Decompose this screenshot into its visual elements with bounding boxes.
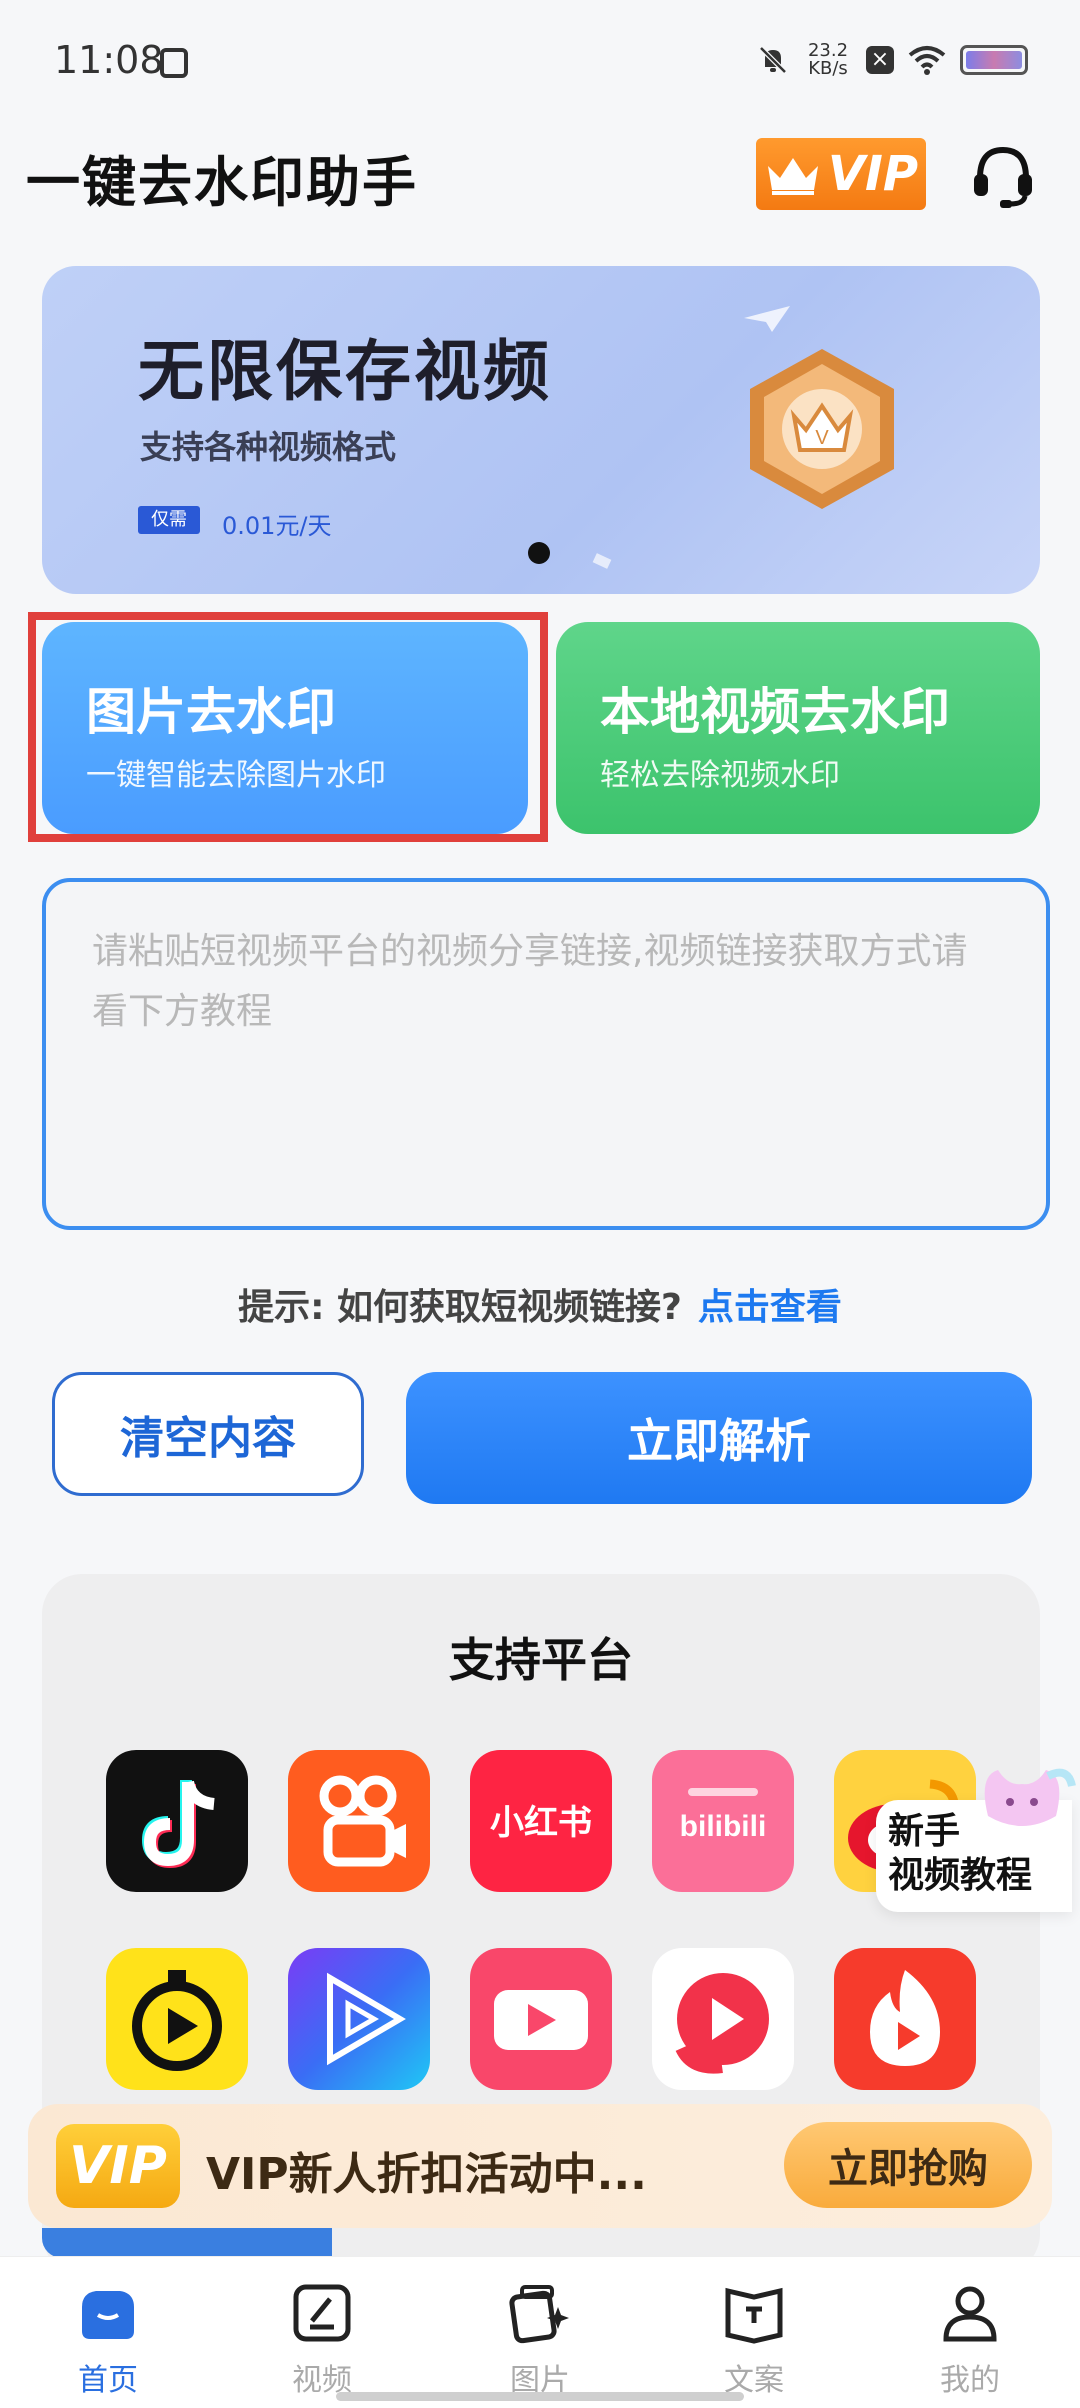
home-icon <box>82 2291 134 2339</box>
vip-medal-icon: V <box>750 349 894 509</box>
headset-icon[interactable] <box>968 140 1038 210</box>
banner-price: 0.01元/天 <box>222 512 332 540</box>
flame-video-icon[interactable] <box>834 1948 976 2090</box>
video-watermark-card[interactable]: 本地视频去水印 轻松去除视频水印 <box>556 622 1040 834</box>
vip-logo: VIP <box>56 2124 180 2208</box>
promo-banner[interactable]: 无限保存视频 支持各种视频格式 仅需 0.01元/天 V <box>42 266 1040 594</box>
bilibili-label: bilibili <box>680 1810 767 1843</box>
bottom-nav: 首页 视频 图片 文案 我的 <box>0 2256 1080 2408</box>
buy-now-button[interactable]: 立即抢购 <box>784 2122 1032 2208</box>
video-card-subtitle: 轻松去除视频水印 <box>600 758 840 793</box>
home-indicator[interactable] <box>336 2392 744 2401</box>
network-speed: 23.2 KB/s <box>804 42 852 78</box>
banner-subtitle: 支持各种视频格式 <box>140 428 397 466</box>
speed-unit: KB/s <box>808 58 848 79</box>
nav-home-label: 首页 <box>78 2363 138 2398</box>
user-icon <box>943 2286 997 2342</box>
video-edit-icon <box>293 2284 351 2342</box>
vip-promo-bar[interactable]: VIP VIP新人折扣活动中... 立即抢购 <box>28 2104 1052 2228</box>
promo-text: VIP新人折扣活动中... <box>206 2149 647 2200</box>
timer-video-icon[interactable] <box>106 1948 248 2090</box>
video-camera-icon[interactable] <box>470 1948 612 2090</box>
vip-button[interactable]: VIP <box>756 138 926 210</box>
paper-plane-icon <box>744 306 790 332</box>
banner-indicator <box>592 553 612 569</box>
notification-icon <box>160 48 188 78</box>
status-bar: 11:08 23.2 KB/s × <box>0 0 1080 130</box>
status-time: 11:08 <box>54 38 164 82</box>
book-icon <box>725 2287 783 2344</box>
parse-button[interactable]: 立即解析 <box>406 1372 1032 1504</box>
tutorial-line1: 新手 <box>888 1811 961 1852</box>
tutorial-text: 新手 视频教程 <box>888 1810 1032 1898</box>
nav-profile-label: 我的 <box>940 2363 1000 2398</box>
wifi-icon <box>908 46 946 75</box>
tiktok-icon[interactable] <box>106 1750 248 1892</box>
nav-copy[interactable]: 文案 <box>694 2281 814 2399</box>
nav-home[interactable]: 首页 <box>48 2281 168 2399</box>
nav-image[interactable]: 图片 <box>480 2281 600 2399</box>
image-sparkle-icon <box>509 2285 569 2344</box>
banner-tag: 仅需 <box>138 506 200 534</box>
app-title: 一键去水印助手 <box>26 151 418 214</box>
xiaohongshu-label: 小红书 <box>490 1803 592 1843</box>
crown-icon <box>767 158 818 195</box>
hidden-section-peek <box>42 2228 332 2258</box>
link-input[interactable] <box>42 878 1050 1230</box>
xiaohongshu-icon[interactable]: 小红书 <box>470 1750 612 1892</box>
tip-text: 提示: 如何获取短视频链接? <box>238 1287 682 1328</box>
tip-line: 提示: 如何获取短视频链接? 点击查看 <box>0 1278 1080 1330</box>
mute-bell-icon <box>759 46 787 74</box>
red-play-icon[interactable] <box>652 1948 794 2090</box>
kuaishou-icon[interactable] <box>288 1750 430 1892</box>
bilibili-icon[interactable]: bilibili <box>652 1750 794 1892</box>
video-card-title: 本地视频去水印 <box>600 683 950 741</box>
nav-video[interactable]: 视频 <box>262 2281 382 2399</box>
clear-button[interactable]: 清空内容 <box>52 1372 364 1496</box>
battery-icon <box>960 45 1028 75</box>
close-box-icon: × <box>866 46 894 74</box>
tutorial-float[interactable]: 新手 视频教程 <box>876 1756 1080 1912</box>
vip-label: VIP <box>827 146 919 202</box>
tutorial-line2: 视频教程 <box>888 1855 1033 1896</box>
nav-profile[interactable]: 我的 <box>910 2281 1030 2399</box>
banner-indicator-active <box>528 542 550 564</box>
selection-highlight <box>28 612 548 842</box>
svg-text:V: V <box>815 427 829 449</box>
tip-link[interactable]: 点击查看 <box>698 1287 842 1328</box>
status-icons: 23.2 KB/s × <box>756 42 1028 78</box>
play-prism-icon[interactable] <box>288 1948 430 2090</box>
platform-title: 支持平台 <box>449 1633 633 1687</box>
banner-title: 无限保存视频 <box>138 333 552 410</box>
